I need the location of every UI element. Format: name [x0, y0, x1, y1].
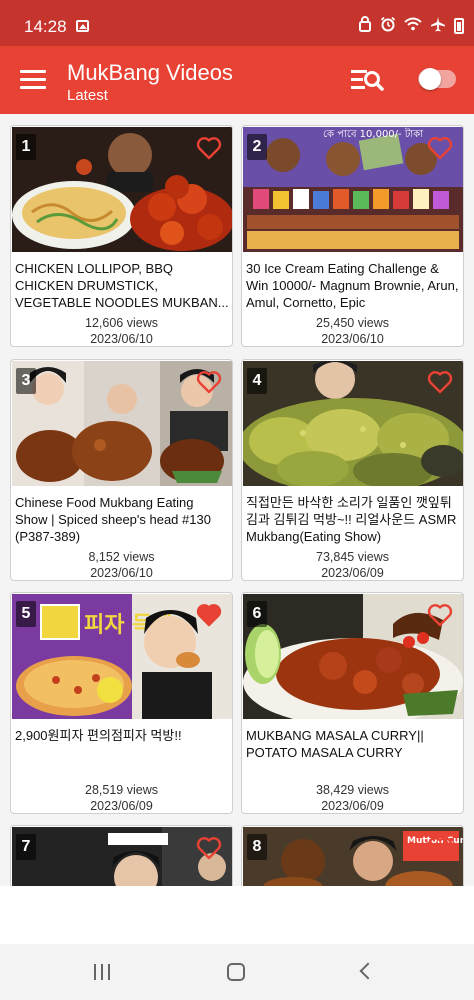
- video-date: 2023/06/10: [90, 332, 153, 346]
- video-views: 73,845 views: [316, 550, 389, 564]
- video-card[interactable]: 피자 득템 5 2,900원피자 편의점피자 먹방!! 28,519 views…: [10, 592, 233, 814]
- heart-icon[interactable]: [427, 136, 453, 160]
- video-date: 2023/06/09: [321, 799, 384, 813]
- lock-icon: [358, 16, 372, 35]
- app-subtitle: Latest: [67, 87, 108, 104]
- video-date: 2023/06/10: [90, 566, 153, 580]
- video-title: 30 Ice Cream Eating Challenge & Win 1000…: [246, 261, 459, 310]
- video-number-badge: 4: [247, 368, 267, 394]
- status-icons: [358, 16, 464, 35]
- airplane-icon: [430, 16, 446, 35]
- menu-icon[interactable]: [20, 70, 46, 90]
- video-card[interactable]: 1 CHICKEN LOLLIPOP, BBQ CHICKEN DRUMSTIC…: [10, 125, 233, 347]
- back-icon[interactable]: [359, 962, 377, 980]
- toggle-switch[interactable]: [418, 68, 456, 90]
- gallery-icon: [76, 20, 89, 32]
- heart-icon[interactable]: [196, 603, 222, 627]
- thumb-overlay-text: কে পাবে 10,000/- টাকা: [323, 127, 424, 140]
- video-views: 28,519 views: [85, 783, 158, 797]
- video-views: 8,152 views: [88, 550, 155, 564]
- heart-icon[interactable]: [196, 136, 222, 160]
- system-nav-bar: [0, 944, 474, 1000]
- video-views: 12,606 views: [85, 316, 158, 330]
- video-card[interactable]: কে পাবে 10,000/- টাকা 2 30 Ice Cream Eat…: [241, 125, 464, 347]
- video-title: Chinese Food Mukbang Eating Show | Spice…: [15, 495, 211, 544]
- video-grid: 1 CHICKEN LOLLIPOP, BBQ CHICKEN DRUMSTIC…: [0, 114, 474, 886]
- filter-search-icon[interactable]: [350, 68, 384, 94]
- video-number-badge: 2: [247, 134, 267, 160]
- video-date: 2023/06/10: [321, 332, 384, 346]
- heart-icon[interactable]: [427, 370, 453, 394]
- heart-icon[interactable]: [427, 603, 453, 627]
- alarm-icon: [380, 16, 396, 35]
- recents-icon[interactable]: [94, 964, 112, 980]
- video-card[interactable]: 6 MUKBANG MASALA CURRY|| POTATO MASALA C…: [241, 592, 464, 814]
- battery-icon: [454, 17, 464, 34]
- video-card[interactable]: 4 직접만든 바삭한 소리가 일품인 깻잎튀김과 김튀김 먹방~!! 리얼사운드…: [241, 359, 464, 581]
- wifi-icon: [404, 17, 422, 34]
- video-views: 38,429 views: [316, 783, 389, 797]
- video-title: MUKBANG MASALA CURRY|| POTATO MASALA CUR…: [246, 728, 424, 760]
- video-number-badge: 6: [247, 601, 267, 627]
- video-number-badge: 7: [16, 834, 36, 860]
- app-title: MukBang Videos: [67, 60, 233, 85]
- video-date: 2023/06/09: [321, 566, 384, 580]
- home-icon[interactable]: [227, 963, 245, 981]
- video-title: CHICKEN LOLLIPOP, BBQ CHICKEN DRUMSTICK,…: [15, 261, 229, 310]
- video-number-badge: 5: [16, 601, 36, 627]
- video-title: 2,900원피자 편의점피자 먹방!!: [15, 728, 182, 743]
- status-bar: 14:28: [0, 0, 474, 46]
- video-card[interactable]: Mutton Curry 8: [241, 825, 464, 886]
- video-card[interactable]: 3 Chinese Food Mukbang Eating Show | Spi…: [10, 359, 233, 581]
- status-time: 14:28: [24, 17, 67, 36]
- video-card[interactable]: 7: [10, 825, 233, 886]
- video-title: 직접만든 바삭한 소리가 일품인 깻잎튀김과 김튀김 먹방~!! 리얼사운드 A…: [246, 495, 457, 544]
- app-bar: MukBang Videos Latest: [0, 46, 474, 114]
- video-views: 25,450 views: [316, 316, 389, 330]
- video-number-badge: 8: [247, 834, 267, 860]
- video-date: 2023/06/09: [90, 799, 153, 813]
- heart-icon[interactable]: [196, 836, 222, 860]
- heart-icon[interactable]: [196, 370, 222, 394]
- heart-icon[interactable]: [427, 836, 453, 860]
- video-number-badge: 1: [16, 134, 36, 160]
- video-number-badge: 3: [16, 368, 36, 394]
